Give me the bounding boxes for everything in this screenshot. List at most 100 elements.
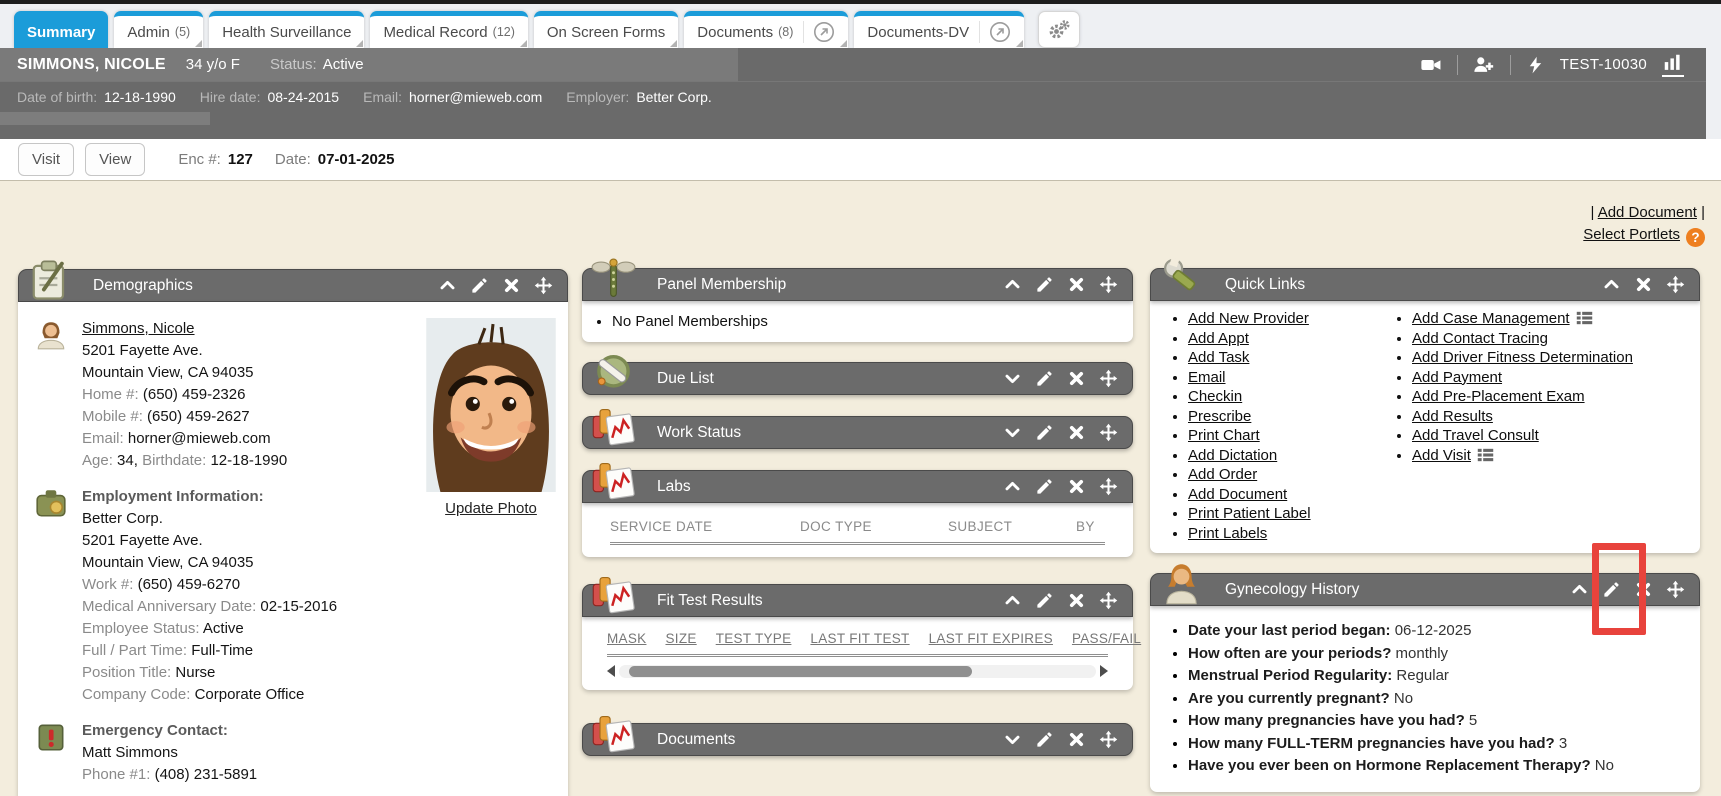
expand-icon[interactable] xyxy=(1003,369,1022,388)
edit-icon[interactable] xyxy=(1035,730,1054,749)
quick-link[interactable]: Add Payment xyxy=(1412,369,1502,386)
flowsheet-chart-icon[interactable] xyxy=(1662,52,1684,77)
work-status-header[interactable]: Work Status xyxy=(582,416,1133,449)
grid-icon xyxy=(1576,311,1593,325)
tab-medical-record[interactable]: Medical Record(12) xyxy=(370,11,527,48)
quick-link[interactable]: Add Case Management xyxy=(1412,310,1570,327)
column-header-link[interactable]: TEST TYPE xyxy=(716,631,792,646)
edit-icon[interactable] xyxy=(1035,591,1054,610)
edit-icon[interactable] xyxy=(1602,580,1621,599)
due-list-header[interactable]: Due List xyxy=(582,362,1133,395)
update-photo-link[interactable]: Update Photo xyxy=(445,498,537,520)
documents-header[interactable]: Documents xyxy=(582,723,1133,756)
portlet-actions xyxy=(438,276,567,295)
tab-settings-button[interactable] xyxy=(1038,11,1080,48)
expand-icon[interactable] xyxy=(1003,730,1022,749)
move-icon[interactable] xyxy=(1099,591,1118,610)
scrollbar-track[interactable] xyxy=(619,665,1096,678)
tab-documents[interactable]: Documents(8) xyxy=(684,11,848,48)
move-icon[interactable] xyxy=(1099,730,1118,749)
select-portlets-link[interactable]: Select Portlets xyxy=(1583,226,1680,243)
quick-link[interactable]: Add Appt xyxy=(1188,330,1249,347)
scroll-left-arrow[interactable] xyxy=(607,665,615,677)
quick-link[interactable]: Print Chart xyxy=(1188,427,1260,444)
quick-link[interactable]: Add Dictation xyxy=(1188,447,1277,464)
move-icon[interactable] xyxy=(1666,275,1685,294)
quick-link[interactable]: Add Document xyxy=(1188,486,1287,503)
panel-membership-header[interactable]: Panel Membership xyxy=(582,268,1133,301)
move-icon[interactable] xyxy=(1666,580,1685,599)
quick-links-header[interactable]: Quick Links xyxy=(1150,268,1700,301)
video-call-icon[interactable] xyxy=(1420,54,1442,76)
edit-icon[interactable] xyxy=(1035,423,1054,442)
quick-link[interactable]: Add Travel Consult xyxy=(1412,427,1539,444)
close-icon[interactable] xyxy=(1067,275,1086,294)
employment-icon xyxy=(34,486,68,520)
tab-documents-dv[interactable]: Documents-DV xyxy=(854,11,1024,48)
fit-test-header[interactable]: Fit Test Results xyxy=(582,584,1133,617)
tab-health-surveillance[interactable]: Health Surveillance xyxy=(209,11,364,48)
quick-link[interactable]: Add Visit xyxy=(1412,447,1471,464)
patient-name-link[interactable]: Simmons, Nicole xyxy=(82,320,195,337)
quick-link[interactable]: Add Contact Tracing xyxy=(1412,330,1548,347)
edit-icon[interactable] xyxy=(1035,477,1054,496)
labs-header[interactable]: Labs xyxy=(582,470,1133,503)
list-item: Print Patient Label xyxy=(1188,504,1388,524)
close-icon[interactable] xyxy=(1634,275,1653,294)
add-person-icon[interactable] xyxy=(1473,54,1495,76)
expand-icon[interactable] xyxy=(1003,423,1022,442)
move-icon[interactable] xyxy=(1099,477,1118,496)
move-icon[interactable] xyxy=(1099,369,1118,388)
close-icon[interactable] xyxy=(1067,423,1086,442)
summary-page: | Add Document | Select Portlets? Demogr… xyxy=(0,180,1721,796)
quick-link[interactable]: Email xyxy=(1188,369,1226,386)
quick-link[interactable]: Checkin xyxy=(1188,388,1242,405)
tab-admin[interactable]: Admin(5) xyxy=(114,11,203,48)
quick-actions-icon[interactable] xyxy=(1526,54,1545,76)
gynecology-header[interactable]: Gynecology History xyxy=(1150,573,1700,606)
scroll-right-arrow[interactable] xyxy=(1100,665,1108,677)
help-icon[interactable]: ? xyxy=(1686,228,1705,247)
collapse-icon[interactable] xyxy=(438,276,457,295)
edit-icon[interactable] xyxy=(1035,369,1054,388)
quick-link[interactable]: Add Order xyxy=(1188,466,1257,483)
quick-link[interactable]: Add Pre-Placement Exam xyxy=(1412,388,1585,405)
close-icon[interactable] xyxy=(502,276,521,295)
quick-link[interactable]: Print Patient Label xyxy=(1188,505,1311,522)
collapse-icon[interactable] xyxy=(1602,275,1621,294)
column-header-link[interactable]: LAST FIT TEST xyxy=(810,631,909,646)
collapse-icon[interactable] xyxy=(1003,591,1022,610)
move-icon[interactable] xyxy=(534,276,553,295)
edit-icon[interactable] xyxy=(1035,275,1054,294)
add-document-link[interactable]: Add Document xyxy=(1598,204,1697,221)
close-icon[interactable] xyxy=(1067,591,1086,610)
close-icon[interactable] xyxy=(1067,730,1086,749)
quick-link[interactable]: Add Driver Fitness Determination xyxy=(1412,349,1633,366)
demographics-header[interactable]: Demographics xyxy=(18,269,568,302)
scrollbar-thumb[interactable] xyxy=(629,666,972,677)
collapse-icon[interactable] xyxy=(1570,580,1589,599)
tab-summary[interactable]: Summary xyxy=(14,11,108,48)
column-header-link[interactable]: SIZE xyxy=(665,631,696,646)
quick-link[interactable]: Add Task xyxy=(1188,349,1249,366)
close-icon[interactable] xyxy=(1067,369,1086,388)
quick-link[interactable]: Prescribe xyxy=(1188,408,1251,425)
collapse-icon[interactable] xyxy=(1003,275,1022,294)
view-button[interactable]: View xyxy=(85,143,145,176)
close-icon[interactable] xyxy=(1067,477,1086,496)
close-icon[interactable] xyxy=(1634,580,1653,599)
collapse-icon[interactable] xyxy=(1003,477,1022,496)
column-header-link[interactable]: PASS/FAIL xyxy=(1072,631,1141,646)
move-icon[interactable] xyxy=(1099,423,1118,442)
quick-link[interactable]: Add Results xyxy=(1412,408,1493,425)
open-in-new-window-icon[interactable] xyxy=(979,21,1011,43)
quick-link[interactable]: Add New Provider xyxy=(1188,310,1309,327)
tab-on-screen-forms[interactable]: On Screen Forms xyxy=(534,11,678,48)
visit-button[interactable]: Visit xyxy=(18,143,74,176)
column-header-link[interactable]: LAST FIT EXPIRES xyxy=(929,631,1053,646)
edit-icon[interactable] xyxy=(470,276,489,295)
quick-link[interactable]: Print Labels xyxy=(1188,525,1267,542)
move-icon[interactable] xyxy=(1099,275,1118,294)
open-in-new-window-icon[interactable] xyxy=(803,21,835,43)
column-header-link[interactable]: MASK xyxy=(607,631,646,646)
